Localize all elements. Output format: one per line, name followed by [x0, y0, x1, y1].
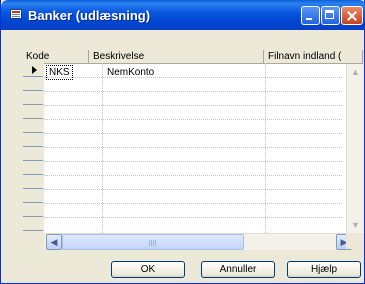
row-selector[interactable] — [23, 133, 43, 147]
row-selector[interactable] — [23, 105, 43, 119]
row-divider — [44, 91, 342, 92]
cell-kode[interactable]: NKS — [46, 65, 73, 80]
row-divider — [44, 161, 342, 162]
grip-icon — [149, 240, 157, 246]
column-divider — [102, 63, 103, 233]
row-selector[interactable] — [23, 161, 43, 175]
minimize-icon[interactable] — [301, 6, 320, 25]
row-divider — [44, 189, 342, 190]
column-divider — [265, 63, 266, 233]
column-header-filnavn[interactable]: Filnavn indland ( — [264, 50, 363, 63]
column-header-beskrivelse[interactable]: Beskrivelse — [89, 50, 264, 63]
row-divider — [44, 147, 342, 148]
row-divider — [44, 119, 342, 120]
row-selector[interactable] — [23, 203, 43, 217]
scrollbar-thumb[interactable] — [62, 234, 244, 250]
title-bar[interactable]: Banker (udlæsning) — [1, 0, 365, 30]
column-header-kode[interactable]: Kode — [22, 50, 89, 63]
help-button[interactable]: Hjælp — [287, 261, 361, 278]
row-selector[interactable] — [23, 91, 43, 105]
vertical-scrollbar[interactable]: ▲ ▼ — [346, 64, 364, 233]
row-selector[interactable] — [23, 119, 43, 133]
row-divider — [44, 217, 342, 218]
window-title: Banker (udlæsning) — [28, 8, 151, 23]
row-divider — [44, 175, 342, 176]
cancel-button[interactable]: Annuller — [201, 261, 275, 278]
current-row-arrow-icon — [32, 66, 37, 74]
row-divider — [44, 77, 342, 78]
scroll-down-arrow-icon[interactable]: ▼ — [348, 218, 363, 233]
scroll-up-arrow-icon[interactable]: ▲ — [348, 65, 363, 80]
row-selector[interactable] — [23, 175, 43, 189]
row-selector-column — [22, 63, 44, 253]
row-selector[interactable] — [23, 77, 43, 91]
cell-beskrivelse[interactable]: NemKonto — [107, 66, 154, 79]
row-selector[interactable] — [23, 189, 43, 203]
table-header: Kode Beskrivelse Filnavn indland ( — [22, 49, 363, 64]
row-selector[interactable] — [23, 217, 43, 231]
scroll-left-arrow-icon[interactable]: ◀ — [46, 234, 62, 250]
scrollbar-corner — [346, 233, 363, 249]
row-divider — [44, 133, 342, 134]
row-divider — [44, 105, 342, 106]
horizontal-scrollbar[interactable]: ◀ ▶ — [44, 233, 352, 250]
table-body: NKS NemKonto — [44, 63, 363, 233]
dialog-window: Banker (udlæsning) Kode Beskrivelse Filn… — [0, 0, 365, 284]
grid-window-icon[interactable] — [10, 9, 22, 19]
row-divider — [44, 203, 342, 204]
row-selector[interactable] — [23, 147, 43, 161]
row-selector[interactable] — [23, 63, 43, 77]
ok-button[interactable]: OK — [111, 261, 185, 278]
maximize-icon[interactable] — [321, 6, 340, 25]
close-icon[interactable] — [341, 6, 363, 25]
